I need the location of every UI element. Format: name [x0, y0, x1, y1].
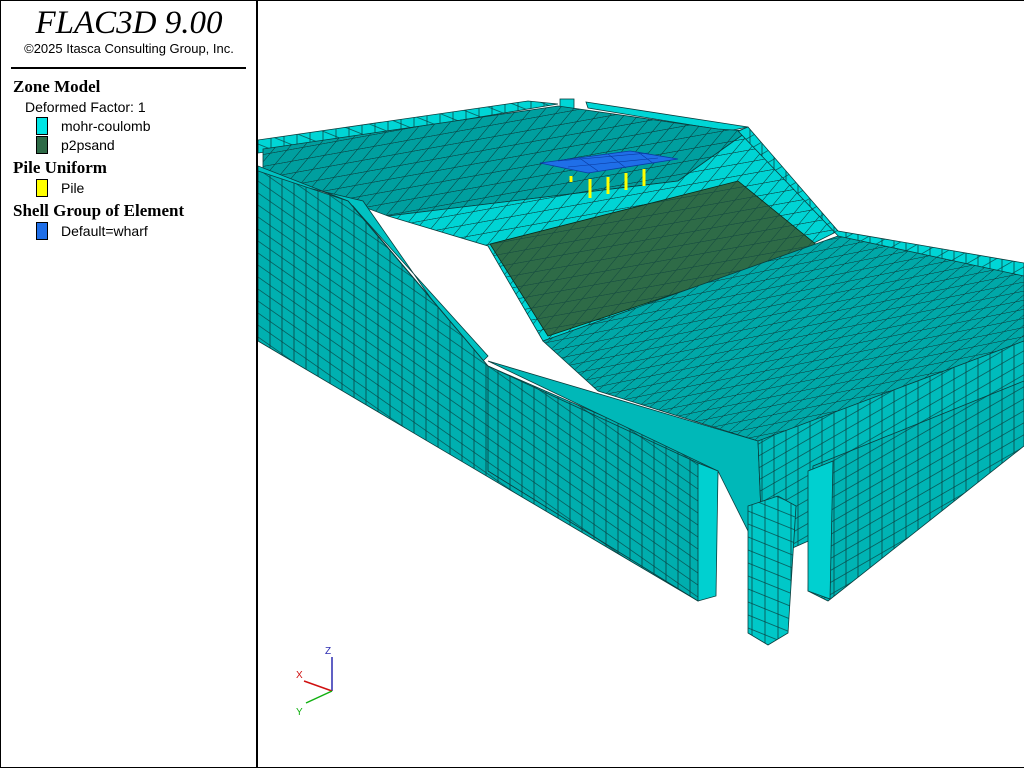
copyright-text: ©2025 Itasca Consulting Group, Inc. — [24, 41, 234, 56]
legend-divider — [11, 67, 246, 69]
shell-group-title: Shell Group of Element — [13, 201, 185, 220]
axis-y-label: Y — [296, 707, 303, 718]
p2psand-label: p2psand — [61, 137, 115, 153]
deformed-factor-label: Deformed Factor: 1 — [25, 99, 146, 115]
pile-uniform-title: Pile Uniform — [13, 158, 107, 177]
mohr-coulomb-label: mohr-coulomb — [61, 118, 151, 134]
axis-x-label: X — [296, 670, 303, 681]
model-viewport[interactable]: Z X Y — [256, 0, 1024, 768]
shell-wharf-label: Default=wharf — [61, 223, 148, 239]
shell-wharf-swatch — [36, 222, 48, 240]
mohr-coulomb-swatch — [36, 117, 48, 135]
p2psand-swatch — [36, 136, 48, 154]
front-pile-column — [747, 495, 797, 646]
legend-panel: FLAC3D 9.00 ©2025 Itasca Consulting Grou… — [0, 0, 258, 768]
axis-z-label: Z — [325, 646, 331, 657]
model-canvas[interactable]: Z X Y — [258, 1, 1024, 767]
zone-model-title: Zone Model — [13, 77, 101, 96]
pile-label: Pile — [61, 180, 85, 196]
app-title: FLAC3D 9.00 — [35, 5, 223, 41]
pile-swatch — [36, 179, 48, 197]
axis-triad: Z X Y — [296, 646, 333, 718]
